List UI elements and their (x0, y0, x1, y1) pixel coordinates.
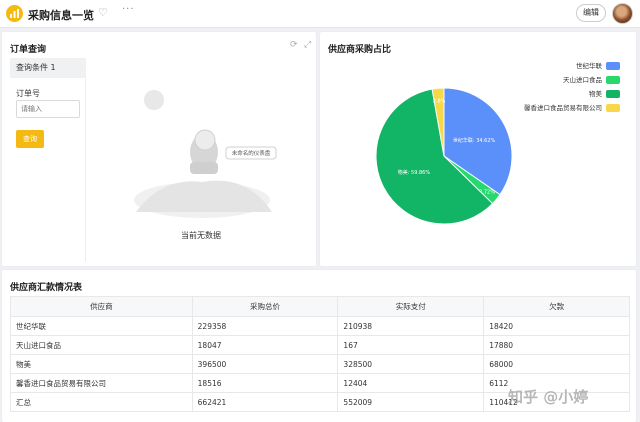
edit-button[interactable]: 编辑 (576, 4, 606, 22)
pie-chart: 世纪华联: 34.62%2.72%物美: 59.86%2.8%世纪华联天山进口食… (375, 61, 620, 225)
table-cell: 396500 (191, 354, 339, 374)
table-cell: 12404 (337, 373, 485, 393)
app-logo-icon (6, 5, 23, 22)
legend-swatch[interactable] (606, 62, 620, 70)
order-number-label: 订单号 (16, 89, 40, 98)
empty-state-astronaut-icon: 未命名的仪表盘 (134, 90, 277, 218)
supplier-share-card: 供应商采购占比 世纪华联: 34.62% 2.72% 物美: 59.86% 2.8% 世… (320, 32, 636, 266)
table-cell: 世纪华联 (10, 316, 193, 336)
order-query-card: 订单查询 ⟳ ⤢ 查询条件 1 订单号 查询 未命名的仪表盘 当前无数据 (2, 32, 316, 266)
table-cell: 68000 (483, 354, 630, 374)
column-header[interactable]: 实际支付 (337, 296, 485, 317)
legend-swatch[interactable] (606, 104, 620, 112)
column-header[interactable]: 欠款 (483, 296, 630, 317)
top-bar: 采购信息一览 ♡ ··· 编辑 (0, 0, 640, 28)
column-header[interactable]: 采购总价 (191, 296, 339, 317)
table-cell: 167 (337, 335, 485, 355)
empty-state-text: 当前无数据 (181, 231, 221, 240)
legend-swatch[interactable] (606, 76, 620, 84)
user-avatar[interactable] (612, 3, 633, 24)
table-cell: 18516 (191, 373, 339, 393)
page-title: 采购信息一览 (28, 9, 94, 22)
table-cell: 18047 (191, 335, 339, 355)
table-cell: 662421 (191, 392, 339, 412)
query-panel: 查询条件 1 订单号 查询 (10, 58, 86, 262)
table-row: 天山进口食品 18047 167 17880 (10, 335, 630, 355)
table-cell: 18420 (483, 316, 630, 336)
table-cell: 328500 (337, 354, 485, 374)
pie-slice-label: 世纪华联: 34.62% (453, 137, 496, 144)
table-row: 世纪华联 229358 210938 18420 (10, 316, 630, 336)
legend-label: 天山进口食品 (563, 75, 602, 84)
table-cell: 馨香进口食品贸易有限公司 (10, 373, 193, 393)
column-header[interactable]: 供应商 (10, 296, 193, 317)
table-row: 物美 396500 328500 68000 (10, 354, 630, 374)
table-cell: 汇总 (10, 392, 193, 412)
pie-slice-label: 2.8% (433, 98, 446, 104)
legend-label: 物美 (589, 89, 603, 98)
expand-icon[interactable]: ⤢ (304, 40, 311, 50)
order-number-input[interactable] (16, 100, 80, 118)
pie-slice-label: 物美: 59.86% (398, 169, 431, 176)
order-card-title: 订单查询 (10, 45, 47, 55)
empty-tooltip-label: 未命名的仪表盘 (232, 149, 271, 157)
favorite-heart-icon[interactable]: ♡ (98, 6, 108, 19)
legend-swatch[interactable] (606, 90, 620, 98)
query-condition-tab[interactable]: 查询条件 1 (10, 58, 86, 78)
query-button[interactable]: 查询 (16, 130, 44, 148)
table-cell: 17880 (483, 335, 630, 355)
table-cell: 552009 (337, 392, 485, 412)
table-card-title: 供应商汇款情况表 (10, 283, 83, 293)
refresh-icon[interactable]: ⟳ (290, 40, 298, 50)
more-menu-icon[interactable]: ··· (122, 4, 135, 15)
table-header-row: 供应商 采购总价 实际支付 欠款 (10, 296, 630, 317)
legend-label: 馨香进口食品贸易有限公司 (524, 103, 602, 112)
table-cell: 天山进口食品 (10, 335, 193, 355)
legend-label: 世纪华联 (576, 61, 603, 70)
table-cell: 物美 (10, 354, 193, 374)
watermark: 知乎 @小婷 (508, 388, 589, 406)
table-cell: 210938 (337, 316, 485, 336)
table-cell: 229358 (191, 316, 339, 336)
